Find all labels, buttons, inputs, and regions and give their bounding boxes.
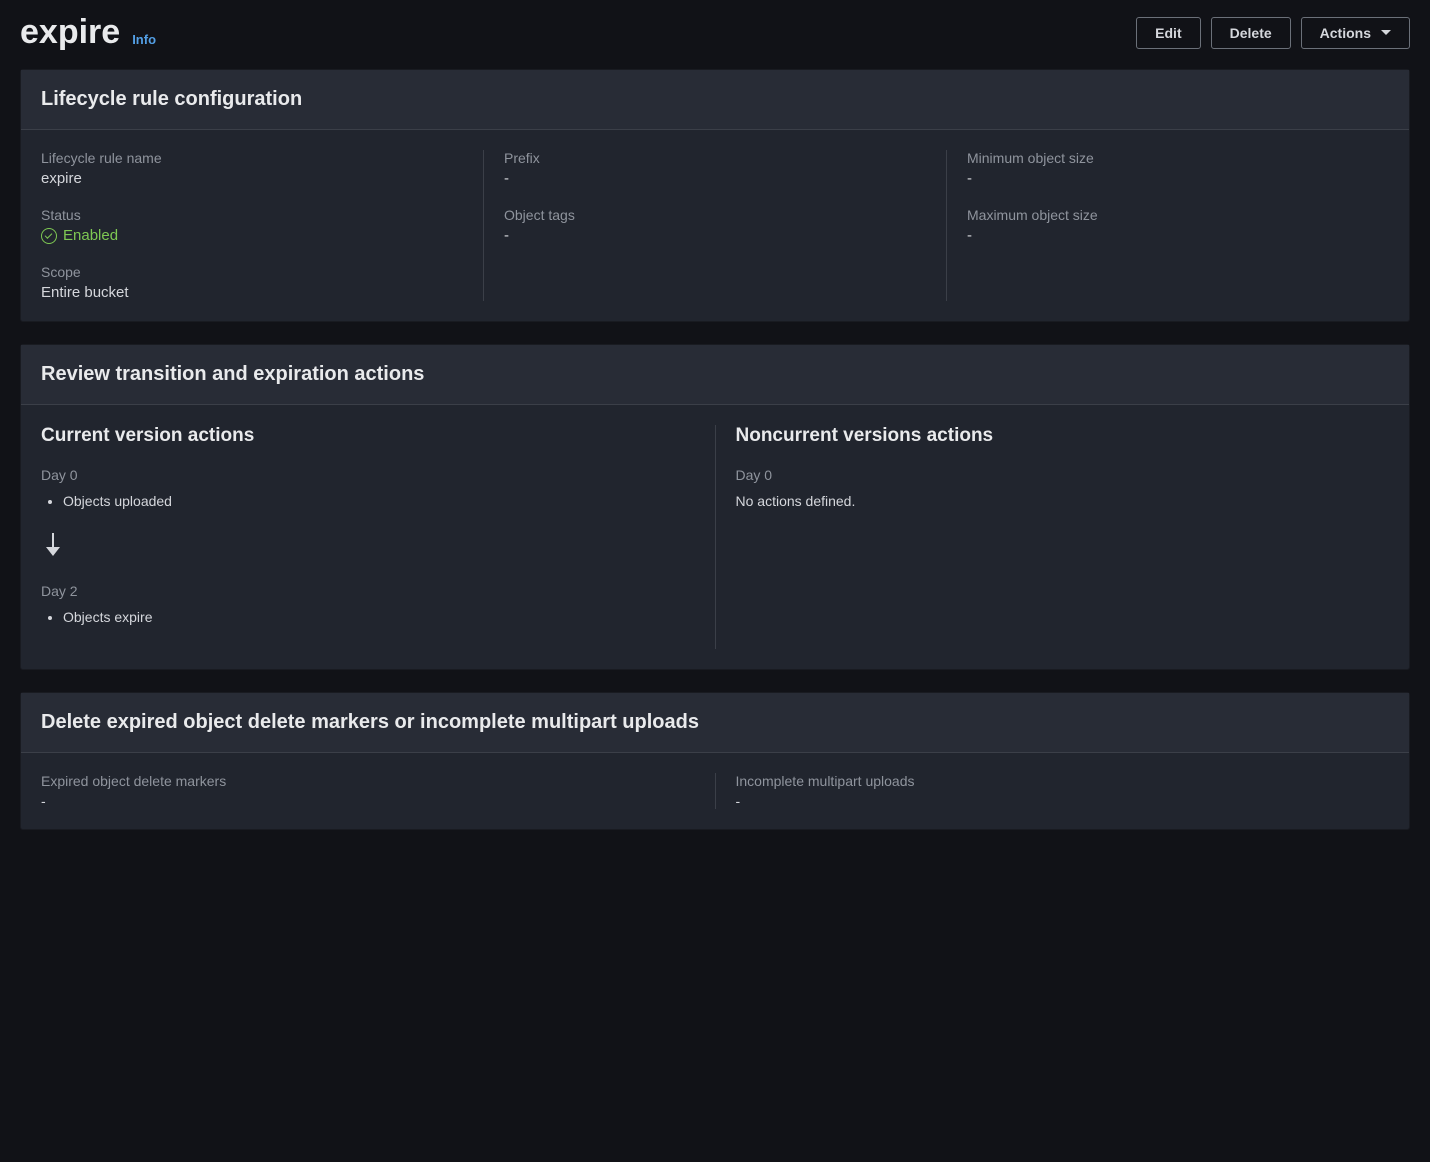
scope-value: Entire bucket bbox=[41, 284, 463, 301]
edit-button[interactable]: Edit bbox=[1136, 17, 1200, 49]
arrow-down-icon bbox=[45, 533, 63, 563]
max-size-label: Maximum object size bbox=[967, 207, 1389, 223]
check-circle-icon bbox=[41, 228, 57, 244]
page-header: expire Info Edit Delete Actions bbox=[20, 0, 1410, 69]
delete-panel: Delete expired object delete markers or … bbox=[20, 692, 1410, 830]
multipart-label: Incomplete multipart uploads bbox=[736, 773, 1390, 789]
rule-title: expire bbox=[20, 14, 120, 51]
noncurrent-heading: Noncurrent versions actions bbox=[736, 425, 1390, 447]
tags-value: - bbox=[504, 227, 926, 244]
min-size-value: - bbox=[967, 170, 1389, 187]
noncurrent-day0-label: Day 0 bbox=[736, 467, 1390, 483]
kv-rule-name: Lifecycle rule name expire bbox=[41, 150, 463, 187]
tags-label: Object tags bbox=[504, 207, 926, 223]
delete-heading: Delete expired object delete markers or … bbox=[41, 711, 1389, 734]
current-day0-label: Day 0 bbox=[41, 467, 695, 483]
kv-prefix: Prefix - bbox=[504, 150, 926, 187]
multipart-value: - bbox=[736, 793, 1390, 809]
actions-button-label: Actions bbox=[1320, 25, 1371, 41]
kv-max-size: Maximum object size - bbox=[967, 207, 1389, 244]
current-day0-item: Objects uploaded bbox=[63, 493, 695, 509]
review-heading: Review transition and expiration actions bbox=[41, 363, 1389, 386]
current-version-actions: Current version actions Day 0 Objects up… bbox=[41, 425, 715, 649]
actions-button[interactable]: Actions bbox=[1301, 17, 1410, 49]
current-day2-label: Day 2 bbox=[41, 583, 695, 599]
noncurrent-version-actions: Noncurrent versions actions Day 0 No act… bbox=[715, 425, 1390, 649]
min-size-label: Minimum object size bbox=[967, 150, 1389, 166]
action-buttons: Edit Delete Actions bbox=[1136, 17, 1410, 49]
delete-panel-head: Delete expired object delete markers or … bbox=[21, 693, 1409, 753]
prefix-value: - bbox=[504, 170, 926, 187]
status-text: Enabled bbox=[63, 227, 118, 244]
noncurrent-none: No actions defined. bbox=[736, 493, 1390, 509]
edit-button-label: Edit bbox=[1155, 25, 1181, 41]
delete-button[interactable]: Delete bbox=[1211, 17, 1291, 49]
status-label: Status bbox=[41, 207, 463, 223]
kv-multipart: Incomplete multipart uploads - bbox=[715, 773, 1390, 809]
config-panel-head: Lifecycle rule configuration bbox=[21, 70, 1409, 130]
review-panel-head: Review transition and expiration actions bbox=[21, 345, 1409, 405]
expired-markers-value: - bbox=[41, 793, 695, 809]
caret-down-icon bbox=[1381, 30, 1391, 35]
prefix-label: Prefix bbox=[504, 150, 926, 166]
current-day2-item: Objects expire bbox=[63, 609, 695, 625]
kv-expired-markers: Expired object delete markers - bbox=[41, 773, 715, 809]
info-link[interactable]: Info bbox=[132, 32, 156, 51]
delete-button-label: Delete bbox=[1230, 25, 1272, 41]
kv-min-size: Minimum object size - bbox=[967, 150, 1389, 187]
max-size-value: - bbox=[967, 227, 1389, 244]
kv-scope: Scope Entire bucket bbox=[41, 264, 463, 301]
review-panel: Review transition and expiration actions… bbox=[20, 344, 1410, 670]
expired-markers-label: Expired object delete markers bbox=[41, 773, 695, 789]
kv-tags: Object tags - bbox=[504, 207, 926, 244]
rule-name-value: expire bbox=[41, 170, 463, 187]
scope-label: Scope bbox=[41, 264, 463, 280]
kv-status: Status Enabled bbox=[41, 207, 463, 244]
rule-name-label: Lifecycle rule name bbox=[41, 150, 463, 166]
status-value: Enabled bbox=[41, 227, 463, 244]
config-heading: Lifecycle rule configuration bbox=[41, 88, 1389, 111]
config-panel: Lifecycle rule configuration Lifecycle r… bbox=[20, 69, 1410, 322]
current-heading: Current version actions bbox=[41, 425, 695, 447]
